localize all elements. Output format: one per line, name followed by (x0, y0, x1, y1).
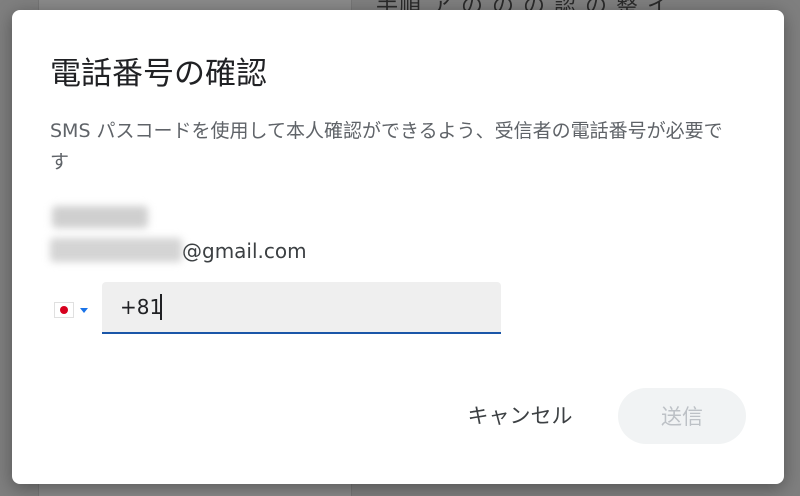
phone-verification-dialog: 電話番号の確認 SMS パスコードを使用して本人確認ができるよう、受信者の電話番… (12, 10, 784, 484)
phone-number-field[interactable] (102, 282, 501, 334)
send-button[interactable]: 送信 (618, 388, 746, 444)
recipient-email-user-redacted (50, 238, 182, 262)
dialog-description: SMS パスコードを使用して本人確認ができるよう、受信者の電話番号が必要です (50, 120, 723, 173)
cancel-button[interactable]: キャンセル (452, 394, 588, 436)
chevron-down-icon (80, 307, 88, 313)
text-cursor (160, 294, 162, 320)
phone-number-input[interactable] (120, 292, 480, 322)
recipient-email-domain: @gmail.com (182, 239, 307, 263)
dialog-title: 電話番号の確認 (50, 56, 267, 92)
country-code-dropdown[interactable] (54, 296, 100, 324)
recipient-name-redacted (52, 206, 148, 228)
flag-japan-icon (54, 302, 74, 318)
